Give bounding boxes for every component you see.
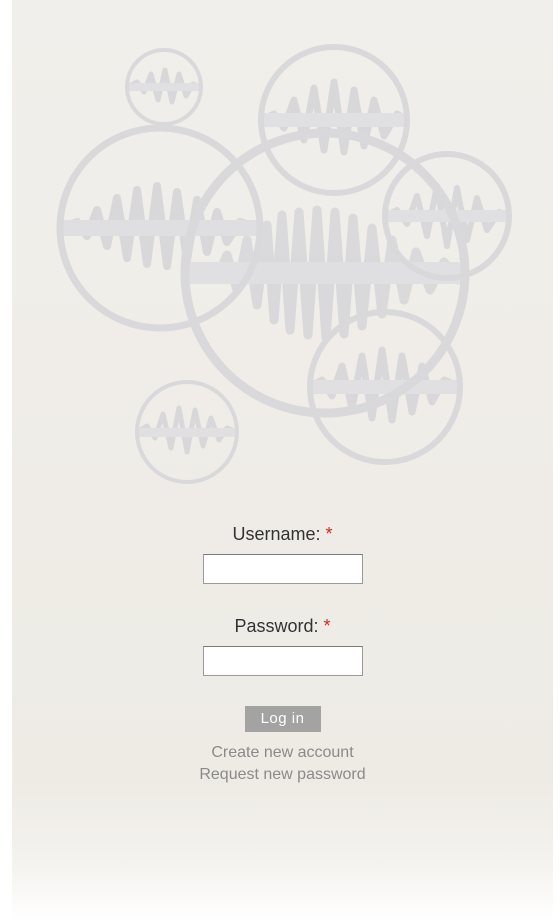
account-links: Create new account Request new password — [12, 742, 553, 786]
password-label: Password: — [234, 616, 319, 636]
page-edge — [553, 0, 560, 922]
sound-wave-circles-logo — [56, 44, 512, 484]
login-form: Username: * Password: * Log in Create ne… — [12, 522, 553, 786]
request-password-link[interactable]: Request new password — [12, 764, 553, 786]
password-required-marker: * — [323, 616, 331, 636]
username-label-row: Username: * — [12, 522, 553, 546]
create-account-link[interactable]: Create new account — [12, 742, 553, 764]
password-label-row: Password: * — [12, 614, 553, 638]
username-required-marker: * — [325, 524, 333, 544]
login-button[interactable]: Log in — [244, 706, 321, 732]
username-input[interactable] — [202, 554, 363, 584]
password-input[interactable] — [202, 646, 363, 676]
login-panel: Username: * Password: * Log in Create ne… — [12, 0, 553, 922]
username-label: Username: — [232, 524, 321, 544]
